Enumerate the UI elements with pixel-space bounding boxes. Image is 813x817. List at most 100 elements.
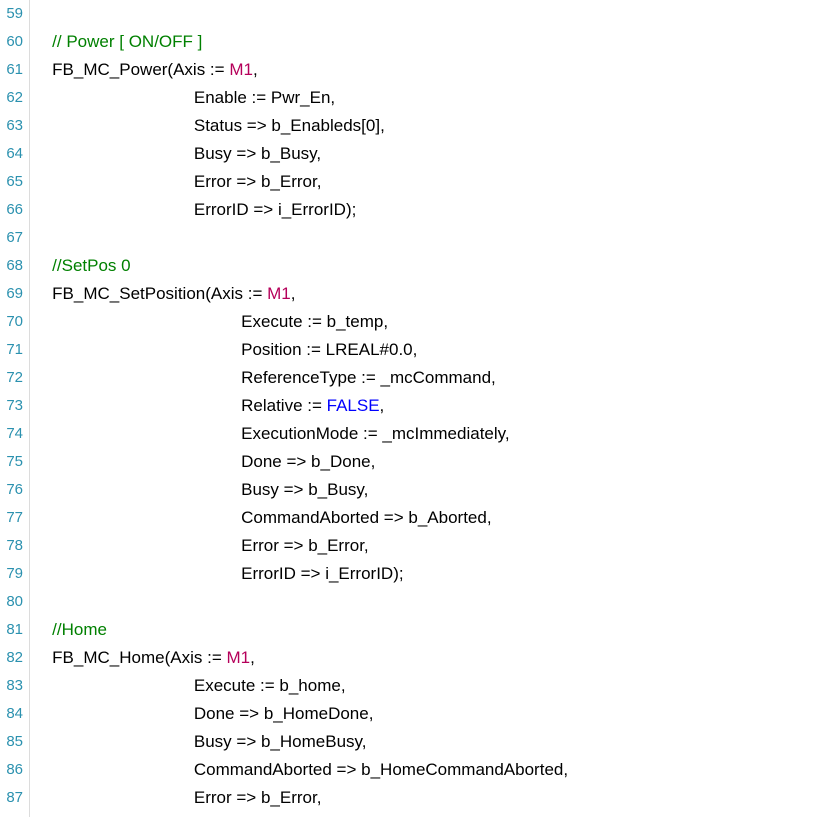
- code-line[interactable]: Error => b_Error,: [38, 784, 813, 812]
- indent: [38, 88, 194, 107]
- token-default: ,: [380, 396, 385, 415]
- token-default: Busy => b_HomeBusy,: [194, 732, 367, 751]
- indent: [38, 508, 241, 527]
- code-line[interactable]: ErrorID => i_ErrorID);: [38, 196, 813, 224]
- code-line[interactable]: Busy => b_Busy,: [38, 140, 813, 168]
- line-number: 87: [0, 784, 25, 812]
- code-line[interactable]: // Power [ ON/OFF ]: [38, 28, 813, 56]
- code-line[interactable]: ErrorID => i_ErrorID);: [38, 560, 813, 588]
- line-number: 64: [0, 140, 25, 168]
- code-line[interactable]: FB_MC_Power(Axis := M1,: [38, 56, 813, 84]
- indent: [38, 648, 52, 667]
- line-number: 80: [0, 588, 25, 616]
- indent: [38, 396, 241, 415]
- code-line[interactable]: Busy => b_Busy,: [38, 476, 813, 504]
- indent: [38, 200, 194, 219]
- code-line[interactable]: Position := LREAL#0.0,: [38, 336, 813, 364]
- indent: [38, 284, 52, 303]
- code-line[interactable]: FB_MC_SetPosition(Axis := M1,: [38, 280, 813, 308]
- line-number: 65: [0, 168, 25, 196]
- indent: [38, 676, 194, 695]
- indent: [38, 60, 52, 79]
- code-line[interactable]: //SetPos 0: [38, 252, 813, 280]
- token-var: M1: [229, 60, 253, 79]
- line-number: 74: [0, 420, 25, 448]
- token-default: Status => b_Enableds[0],: [194, 116, 385, 135]
- code-line[interactable]: CommandAborted => b_Aborted,: [38, 504, 813, 532]
- line-number: 85: [0, 728, 25, 756]
- code-line[interactable]: Execute := b_home,: [38, 672, 813, 700]
- token-default: Position := LREAL#0.0,: [241, 340, 417, 359]
- line-number: 62: [0, 84, 25, 112]
- token-default: CommandAborted => b_Aborted,: [241, 508, 491, 527]
- line-number: 68: [0, 252, 25, 280]
- token-default: Execute := b_home,: [194, 676, 346, 695]
- code-line[interactable]: CommandAborted => b_HomeCommandAborted,: [38, 756, 813, 784]
- code-line[interactable]: Busy => b_HomeBusy,: [38, 728, 813, 756]
- line-number: 67: [0, 224, 25, 252]
- line-number: 78: [0, 532, 25, 560]
- indent: [38, 480, 241, 499]
- indent: [38, 312, 241, 331]
- code-line[interactable]: Enable := Pwr_En,: [38, 84, 813, 112]
- token-comment: // Power [ ON/OFF ]: [52, 32, 202, 51]
- line-number: 83: [0, 672, 25, 700]
- indent: [38, 256, 52, 275]
- code-line[interactable]: [38, 588, 813, 616]
- code-line[interactable]: Relative := FALSE,: [38, 392, 813, 420]
- line-number: 77: [0, 504, 25, 532]
- code-area[interactable]: // Power [ ON/OFF ] FB_MC_Power(Axis := …: [30, 0, 813, 817]
- line-number: 72: [0, 364, 25, 392]
- code-line[interactable]: Done => b_Done,: [38, 448, 813, 476]
- token-default: ,: [253, 60, 258, 79]
- token-comment: //Home: [52, 620, 107, 639]
- token-default: Relative :=: [241, 396, 327, 415]
- token-default: ErrorID => i_ErrorID);: [241, 564, 403, 583]
- line-number: 70: [0, 308, 25, 336]
- code-editor[interactable]: 5960616263646566676869707172737475767778…: [0, 0, 813, 817]
- line-number: 82: [0, 644, 25, 672]
- code-line[interactable]: Error => b_Error,: [38, 168, 813, 196]
- code-line[interactable]: //Home: [38, 616, 813, 644]
- line-number: 81: [0, 616, 25, 644]
- token-default: ,: [250, 648, 255, 667]
- line-number: 86: [0, 756, 25, 784]
- indent: [38, 116, 194, 135]
- token-default: Error => b_Error,: [194, 172, 322, 191]
- code-line[interactable]: FB_MC_Home(Axis := M1,: [38, 644, 813, 672]
- token-default: Error => b_Error,: [241, 536, 369, 555]
- line-number: 66: [0, 196, 25, 224]
- indent: [38, 536, 241, 555]
- token-default: CommandAborted => b_HomeCommandAborted,: [194, 760, 568, 779]
- code-line[interactable]: [38, 224, 813, 252]
- code-line[interactable]: ExecutionMode := _mcImmediately,: [38, 420, 813, 448]
- code-line[interactable]: Done => b_HomeDone,: [38, 700, 813, 728]
- code-line[interactable]: [38, 0, 813, 28]
- indent: [38, 732, 194, 751]
- token-keyword: FALSE: [327, 396, 380, 415]
- token-default: Done => b_HomeDone,: [194, 704, 374, 723]
- line-number: 60: [0, 28, 25, 56]
- code-line[interactable]: Status => b_Enableds[0],: [38, 112, 813, 140]
- line-number: 71: [0, 336, 25, 364]
- indent: [38, 32, 52, 51]
- token-default: FB_MC_Power(Axis :=: [52, 60, 229, 79]
- code-line[interactable]: Error => b_Error,: [38, 532, 813, 560]
- code-line[interactable]: Execute := b_temp,: [38, 308, 813, 336]
- token-default: ReferenceType := _mcCommand,: [241, 368, 496, 387]
- line-number: 84: [0, 700, 25, 728]
- token-default: ,: [291, 284, 296, 303]
- token-default: Busy => b_Busy,: [241, 480, 368, 499]
- token-default: Enable := Pwr_En,: [194, 88, 335, 107]
- indent: [38, 620, 52, 639]
- token-default: Error => b_Error,: [194, 788, 322, 807]
- line-number: 63: [0, 112, 25, 140]
- indent: [38, 368, 241, 387]
- line-number: 59: [0, 0, 25, 28]
- indent: [38, 452, 241, 471]
- token-default: FB_MC_Home(Axis :=: [52, 648, 226, 667]
- indent: [38, 704, 194, 723]
- code-line[interactable]: ReferenceType := _mcCommand,: [38, 364, 813, 392]
- line-number: 75: [0, 448, 25, 476]
- indent: [38, 172, 194, 191]
